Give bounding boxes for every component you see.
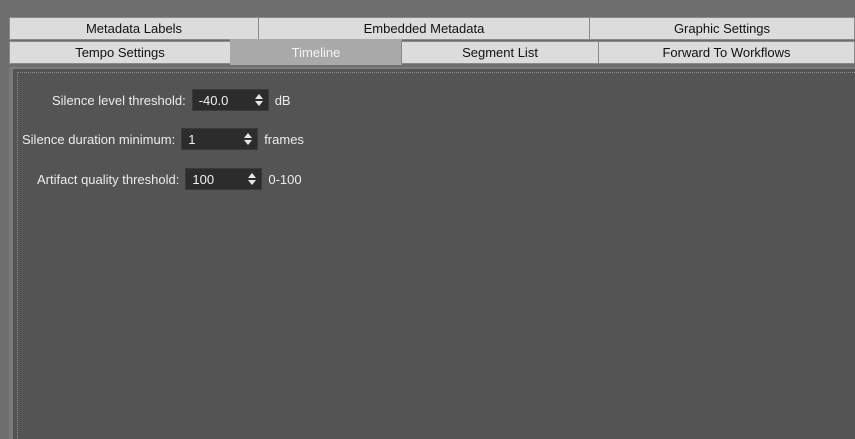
silence-level-stepper[interactable]: -40.0 <box>191 89 269 111</box>
tab-tempo-settings[interactable]: Tempo Settings <box>9 41 231 64</box>
artifact-quality-stepper[interactable]: 100 <box>185 168 263 190</box>
tab-label: Segment List <box>462 45 538 60</box>
tab-timeline[interactable]: Timeline <box>230 39 402 65</box>
tab-label: Graphic Settings <box>673 21 771 36</box>
silence-duration-unit: frames <box>264 131 304 147</box>
tab-label: Tempo Settings <box>75 45 165 60</box>
timeline-panel <box>9 67 855 439</box>
artifact-quality-unit: 0-100 <box>268 171 302 187</box>
tab-label: Metadata Labels <box>85 21 183 36</box>
silence-duration-value[interactable]: 1 <box>182 132 239 147</box>
silence-level-value[interactable]: -40.0 <box>193 93 250 108</box>
tab-bar: Metadata Labels Embedded Metadata Graphi… <box>9 17 855 65</box>
artifact-quality-label: Artifact quality threshold: <box>37 171 180 187</box>
up-down-spinner-icon[interactable] <box>243 169 261 189</box>
tab-segment-list[interactable]: Segment List <box>401 41 599 64</box>
tab-graphic-settings[interactable]: Graphic Settings <box>589 17 855 40</box>
silence-level-unit: dB <box>274 92 291 108</box>
tab-row-front: Tempo Settings Timeline Segment List For… <box>9 39 855 65</box>
silence-duration-label: Silence duration minimum: <box>22 131 176 147</box>
tab-metadata-labels[interactable]: Metadata Labels <box>9 17 259 40</box>
tab-row-back: Metadata Labels Embedded Metadata Graphi… <box>9 17 855 40</box>
tab-label: Forward To Workflows <box>662 45 791 60</box>
up-down-spinner-icon[interactable] <box>239 129 257 149</box>
silence-duration-stepper[interactable]: 1 <box>181 128 259 150</box>
silence-duration-row: Silence duration minimum: 1 frames <box>22 128 304 150</box>
tab-forward-to-workflows[interactable]: Forward To Workflows <box>598 41 855 64</box>
artifact-quality-value[interactable]: 100 <box>186 172 243 187</box>
tab-label: Embedded Metadata <box>363 21 485 36</box>
up-down-spinner-icon[interactable] <box>250 90 268 110</box>
silence-level-label: Silence level threshold: <box>52 92 186 108</box>
silence-level-row: Silence level threshold: -40.0 dB <box>52 89 291 111</box>
tab-embedded-metadata[interactable]: Embedded Metadata <box>258 17 590 40</box>
tab-label: Timeline <box>291 44 341 60</box>
artifact-quality-row: Artifact quality threshold: 100 0-100 <box>37 168 302 190</box>
